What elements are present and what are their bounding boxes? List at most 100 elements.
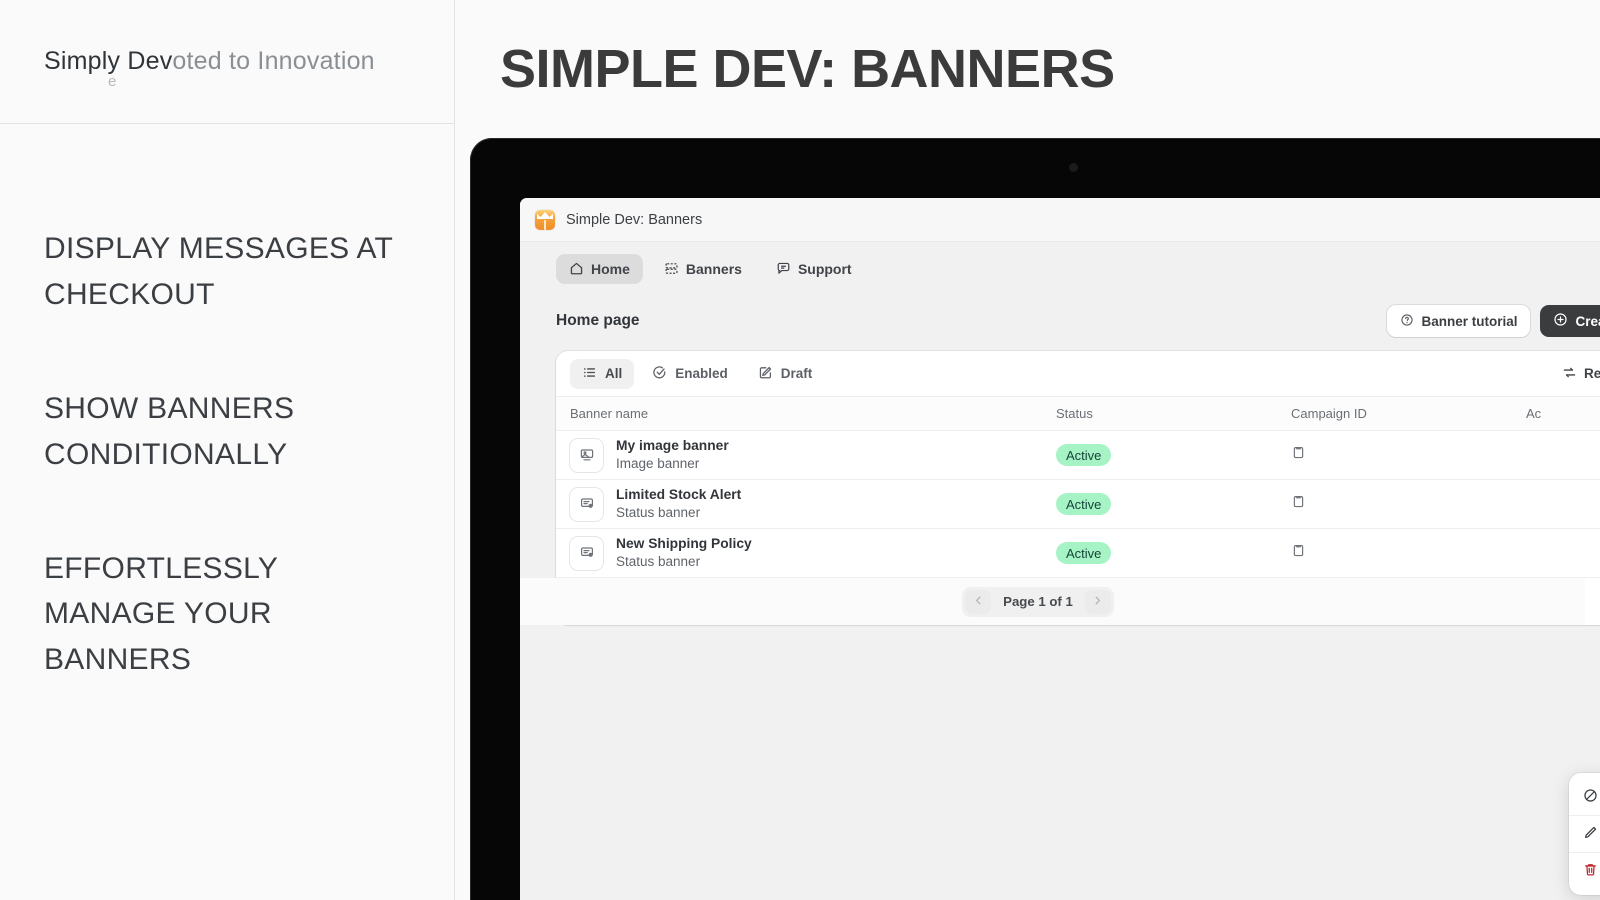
clipboard-icon[interactable] (1291, 543, 1306, 558)
cell-status: Active (1056, 430, 1291, 480)
nav-item-label: Support (797, 260, 852, 277)
pagination-prev-button[interactable] (965, 589, 992, 614)
feature-item: Display messages at checkout (44, 226, 410, 318)
card-toolbar: All Enabled Draft Re (556, 351, 1600, 397)
banner-name: My image banner (616, 437, 729, 453)
menu-item-delete[interactable]: Delete (1569, 853, 1600, 889)
banner-tutorial-label: Banner tutorial (1421, 313, 1518, 329)
pager-group: Page 1 of 1 (962, 586, 1114, 617)
check-circle-icon (652, 365, 667, 383)
pencil-icon (1583, 825, 1598, 843)
banners-table: Banner name Status Campaign ID Ac My ima… (556, 397, 1600, 578)
image-banner-icon (570, 438, 603, 472)
draft-edit-icon (758, 365, 773, 383)
status-banner-icon (570, 487, 603, 521)
filter-tab-label: Draft (780, 366, 813, 381)
feature-title: Show banners conditionally (44, 391, 295, 471)
pagination-next-button[interactable] (1084, 589, 1111, 614)
nav-item-support[interactable]: Support (763, 254, 865, 284)
refresh-table-button[interactable]: Refresh ta (1562, 365, 1600, 383)
feature-title: Effortlessly manage your banners (44, 551, 278, 677)
app-title: Simple Dev: Banners (566, 211, 703, 228)
page-headline: SIMPLE DEV: BANNERS (500, 39, 1115, 99)
table-row[interactable]: My image banner Image banner Active (556, 430, 1600, 480)
toolbar-right: Refresh ta (1562, 365, 1600, 383)
brand-logo-strong: Simply Dev (44, 47, 173, 75)
table-header-row: Banner name Status Campaign ID Ac (556, 397, 1600, 431)
app-titlebar: Simple Dev: Banners (520, 198, 1600, 242)
table-row[interactable]: Limited Stock Alert Status banner Active (556, 479, 1600, 529)
marketing-sidebar: Simply Devoted to Innovation e Display m… (0, 0, 455, 900)
chat-bubble-icon (776, 261, 791, 276)
nav-item-label: Home (591, 260, 630, 277)
cell-campaign-id (1291, 528, 1526, 578)
menu-item-edit[interactable]: Edit (1569, 816, 1600, 852)
banner-type: Status banner (616, 505, 701, 521)
chevron-right-icon (1092, 593, 1103, 611)
feature-item: Effortlessly manage your banners (44, 546, 410, 684)
row-action-menu: Disable Edit Delete (1569, 773, 1600, 895)
app-nav: Home Banners Support (520, 242, 1600, 295)
banners-card: All Enabled Draft Re Banner name Status … (520, 351, 1600, 895)
cell-banner-name: New Shipping Policy Status banner (556, 528, 1056, 578)
status-badge: Active (1056, 493, 1112, 515)
header-actions: Banner tutorial Create ba (1387, 305, 1600, 337)
feature-list: Display messages at checkout Show banner… (0, 124, 454, 683)
table-row[interactable]: New Shipping Policy Status banner Active (556, 528, 1600, 578)
cell-campaign-id (1291, 479, 1526, 529)
logo-area: Simply Devoted to Innovation e (0, 0, 454, 124)
brand-logo-light: oted to Innovation (172, 47, 375, 75)
clipboard-icon[interactable] (1291, 445, 1306, 460)
filter-tab-label: All (605, 366, 623, 381)
trash-icon (1583, 862, 1598, 880)
status-badge: Active (1056, 444, 1112, 466)
banner-name: Limited Stock Alert (616, 486, 742, 502)
column-header-banner-name: Banner name (556, 397, 1056, 431)
feature-title: Display messages at checkout (44, 232, 393, 311)
refresh-icon (1562, 365, 1577, 383)
menu-item-disable[interactable]: Disable (1569, 779, 1600, 815)
filter-tab-enabled[interactable]: Enabled (640, 359, 740, 389)
banner-type: Image banner (616, 456, 700, 472)
cell-actions[interactable] (1526, 430, 1600, 480)
cell-status: Active (1056, 528, 1291, 578)
status-banner-icon (570, 536, 603, 570)
nav-item-banners[interactable]: Banners (651, 254, 755, 284)
list-icon (582, 365, 597, 383)
cell-actions[interactable] (1526, 528, 1600, 578)
pagination: Page 1 of 1 (520, 578, 1585, 625)
filter-tab-label: Enabled (675, 366, 728, 381)
cell-campaign-id (1291, 430, 1526, 480)
brand-logo: Simply Devoted to Innovation e (44, 47, 375, 90)
create-banner-button[interactable]: Create ba (1540, 305, 1600, 337)
filter-tab-draft[interactable]: Draft (746, 359, 825, 389)
status-badge: Active (1056, 542, 1112, 564)
feature-item: Show banners conditionally (44, 386, 410, 478)
clipboard-icon[interactable] (1291, 494, 1306, 509)
column-header-campaign-id: Campaign ID (1291, 397, 1526, 431)
app-screen: Simple Dev: Banners Home Banners Support… (520, 198, 1600, 900)
banner-type: Status banner (616, 554, 701, 570)
banner-tutorial-button[interactable]: Banner tutorial (1387, 305, 1531, 337)
page-title: Home page (556, 312, 640, 329)
ban-icon (1583, 788, 1598, 806)
app-gift-icon (535, 209, 555, 230)
device-camera-icon (1069, 163, 1078, 172)
filter-tabs: All Enabled Draft (570, 358, 825, 389)
column-header-actions: Ac (1526, 397, 1600, 431)
nav-item-home[interactable]: Home (556, 253, 643, 284)
banner-icon (664, 261, 679, 276)
cell-banner-name: My image banner Image banner (556, 430, 1056, 480)
cell-status: Active (1056, 479, 1291, 529)
question-circle-icon (1400, 313, 1414, 330)
filter-tab-all[interactable]: All (570, 358, 635, 389)
nav-item-label: Banners (685, 260, 742, 277)
home-icon (569, 261, 584, 276)
page-header-row: Home page Banner tutorial Create ba (520, 295, 1600, 347)
refresh-table-label: Refresh ta (1583, 366, 1600, 381)
pagination-label: Page 1 of 1 (1003, 594, 1073, 609)
cell-banner-name: Limited Stock Alert Status banner (556, 479, 1056, 529)
cell-actions[interactable] (1526, 479, 1600, 529)
banner-name: New Shipping Policy (616, 535, 752, 551)
device-frame: Simple Dev: Banners Home Banners Support… (470, 138, 1600, 900)
